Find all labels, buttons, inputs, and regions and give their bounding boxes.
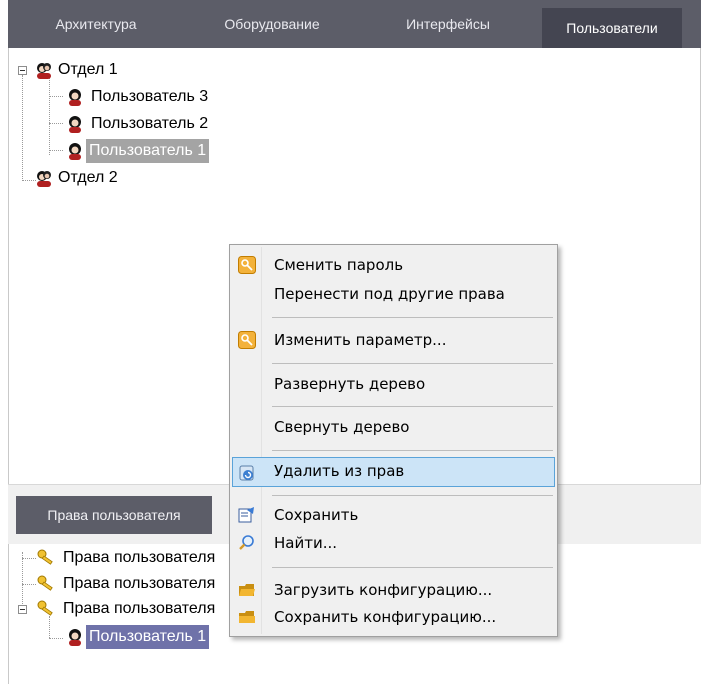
menu-separator bbox=[272, 450, 553, 451]
tab-users[interactable]: Пользователи bbox=[542, 8, 682, 48]
tree-node-label: Отдел 1 bbox=[58, 61, 118, 78]
menu-item-remove-rights[interactable]: Удалить из прав bbox=[232, 457, 555, 487]
tree-node-user2[interactable]: Пользователь 2 bbox=[9, 112, 229, 136]
key-badge-icon bbox=[238, 256, 256, 274]
rights-node-label: Права пользователя bbox=[63, 549, 216, 566]
rights-node-user1[interactable]: Пользователь 1 bbox=[9, 625, 249, 649]
collapse-expander-icon[interactable] bbox=[18, 66, 27, 75]
tree-node-label: Отдел 2 bbox=[58, 169, 118, 186]
folder-save-icon bbox=[239, 611, 255, 623]
menu-item-expand-tree[interactable]: Развернуть дерево bbox=[232, 370, 555, 398]
tree-node-user3[interactable]: Пользователь 3 bbox=[9, 85, 229, 109]
menu-item-save[interactable]: Сохранить bbox=[232, 501, 555, 529]
remove-rights-icon bbox=[239, 465, 254, 481]
key-icon bbox=[37, 600, 53, 616]
menu-item-collapse-tree[interactable]: Свернуть дерево bbox=[232, 413, 555, 441]
top-tab-bar: Архитектура Оборудование Интерфейсы Поль… bbox=[8, 0, 701, 48]
menu-item-change-password[interactable]: Сменить пароль bbox=[232, 251, 555, 279]
menu-item-load-config[interactable]: Загрузить конфигурацию... bbox=[232, 576, 555, 604]
tree-node-label-selected: Пользователь 1 bbox=[86, 139, 210, 163]
context-menu: Сменить пароль Перенести под другие прав… bbox=[229, 244, 558, 637]
menu-separator bbox=[272, 363, 553, 364]
user-avatar-icon bbox=[69, 629, 81, 646]
user-avatar-icon bbox=[69, 143, 81, 160]
menu-separator bbox=[272, 495, 553, 496]
menu-separator bbox=[272, 317, 553, 318]
group-avatar-icon bbox=[37, 171, 51, 187]
menu-item-save-config[interactable]: Сохранить конфигурацию... bbox=[232, 603, 555, 631]
tree-node-dept1[interactable]: Отдел 1 bbox=[9, 58, 169, 82]
user-avatar-icon bbox=[69, 116, 81, 133]
tab-user-rights[interactable]: Права пользователя bbox=[16, 496, 212, 534]
key-icon bbox=[37, 549, 53, 565]
tree-node-user1[interactable]: Пользователь 1 bbox=[9, 139, 249, 163]
menu-item-move-rights[interactable]: Перенести под другие права bbox=[232, 280, 555, 308]
tree-node-dept2[interactable]: Отдел 2 bbox=[9, 166, 169, 190]
menu-separator bbox=[272, 567, 553, 568]
group-avatar-icon bbox=[37, 63, 51, 79]
key-badge-icon bbox=[238, 331, 256, 349]
menu-item-change-param[interactable]: Изменить параметр... bbox=[232, 326, 555, 354]
menu-separator bbox=[272, 406, 553, 407]
tab-equipment[interactable]: Оборудование bbox=[184, 0, 360, 48]
magnifier-icon bbox=[239, 535, 254, 550]
save-icon bbox=[238, 507, 254, 523]
tab-architecture[interactable]: Архитектура bbox=[8, 0, 184, 48]
collapse-expander-icon[interactable] bbox=[18, 605, 27, 614]
rights-node-2[interactable]: Права пользователя bbox=[9, 572, 239, 596]
rights-node-label-selected: Пользователь 1 bbox=[86, 625, 210, 649]
rights-node-label: Права пользователя bbox=[63, 600, 216, 617]
tree-node-label: Пользователь 2 bbox=[91, 115, 209, 132]
rights-node-3[interactable]: Права пользователя bbox=[9, 597, 239, 621]
folder-open-icon bbox=[239, 584, 255, 596]
rights-node-label: Права пользователя bbox=[63, 575, 216, 592]
tab-interfaces[interactable]: Интерфейсы bbox=[360, 0, 536, 48]
tree-node-label: Пользователь 3 bbox=[91, 88, 209, 105]
rights-node-1[interactable]: Права пользователя bbox=[9, 546, 239, 570]
menu-item-find[interactable]: Найти... bbox=[232, 529, 555, 557]
user-avatar-icon bbox=[69, 89, 81, 106]
key-icon bbox=[37, 575, 53, 591]
